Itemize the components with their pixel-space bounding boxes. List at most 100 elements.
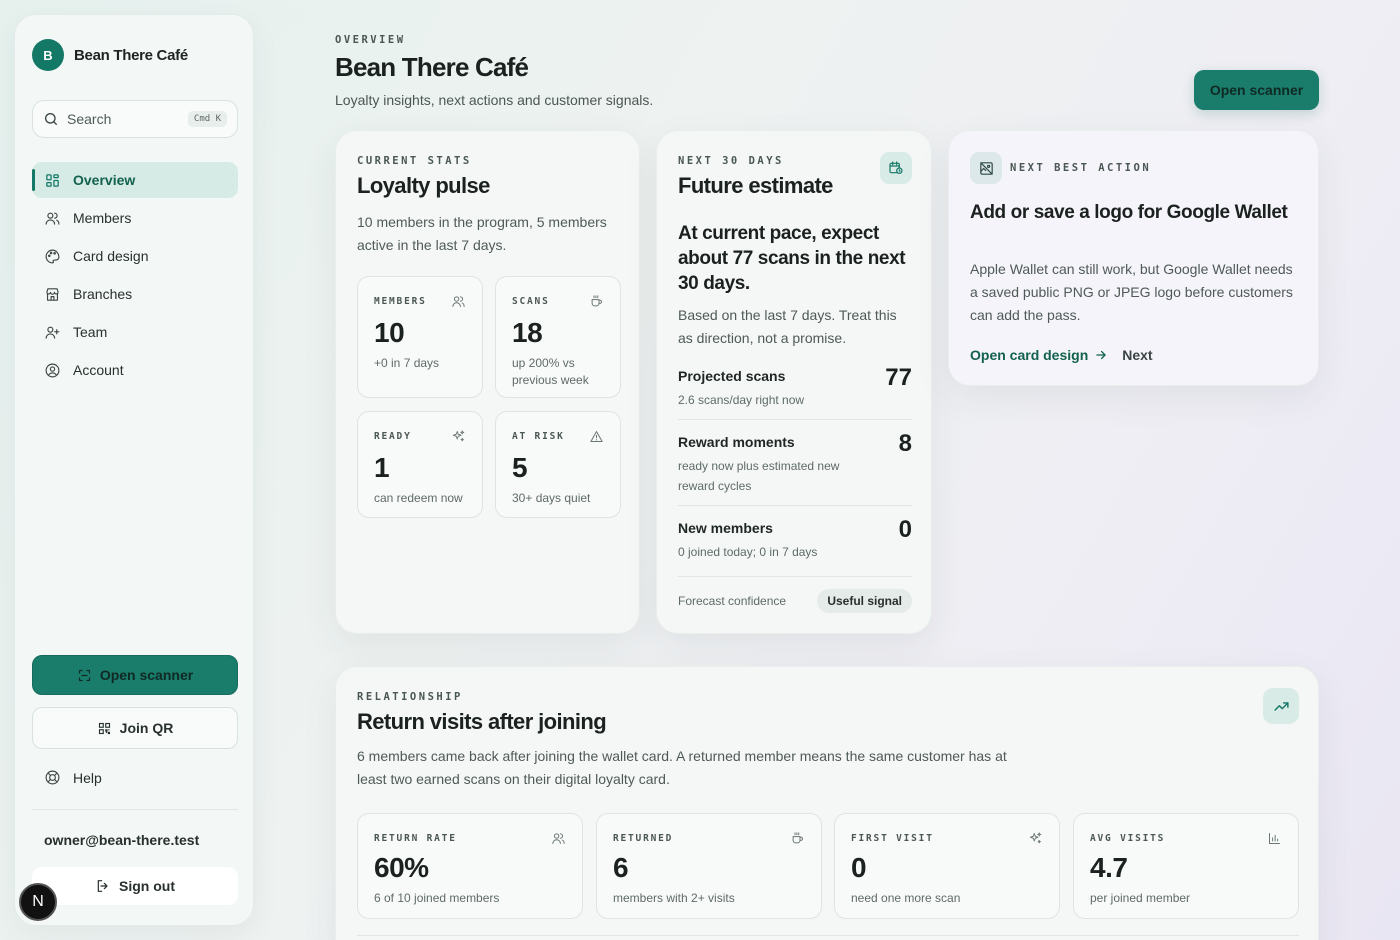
- open-scanner-button[interactable]: Open scanner: [32, 655, 238, 695]
- card-eyebrow: NEXT BEST ACTION: [1010, 162, 1152, 174]
- stat-note: up 200% vs previous week: [512, 356, 589, 387]
- sidebar-item-label: Overview: [73, 172, 136, 188]
- sidebar-item-branches[interactable]: Branches: [32, 276, 238, 312]
- sparkles-icon: [453, 430, 465, 442]
- metric-label: New members: [678, 520, 773, 536]
- card-divider: [357, 935, 1299, 936]
- sidebar-item-label: Members: [73, 210, 132, 226]
- page-eyebrow: OVERVIEW: [335, 34, 406, 46]
- search-box[interactable]: Cmd K: [32, 100, 238, 138]
- metric-value: 0: [898, 516, 912, 543]
- user-circle-icon: [45, 363, 60, 377]
- sign-out-label: Sign out: [119, 878, 175, 894]
- card-eyebrow: NEXT 30 DAYS: [678, 155, 784, 167]
- confidence-badge: Useful signal: [817, 589, 912, 613]
- help-label: Help: [73, 769, 102, 786]
- palette-icon: [45, 249, 60, 263]
- next-best-action-card: NEXT BEST ACTION Add or save a logo for …: [948, 130, 1319, 386]
- stat-note: 6 of 10 joined members: [374, 891, 500, 905]
- metric-value: 77: [885, 364, 912, 391]
- metric-note: 2.6 scans/day right now: [678, 393, 805, 407]
- action-description: Apple Wallet can still work, but Google …: [970, 261, 1293, 323]
- sidebar-item-team[interactable]: Team: [32, 314, 238, 350]
- stat-value: 4.7: [1090, 852, 1128, 883]
- stat-tile-members: MEMBERS 10 +0 in 7 days: [357, 276, 483, 398]
- trending-up-icon: [1273, 701, 1289, 711]
- page-subtitle: Loyalty insights, next actions and custo…: [335, 92, 654, 108]
- next-action-link[interactable]: Next: [1122, 347, 1152, 363]
- action-links: Open card design Next: [970, 347, 1153, 363]
- qr-code-icon: [98, 722, 110, 734]
- card-description: 10 members in the program, 5 members act…: [357, 214, 607, 253]
- grid-icon: [46, 173, 59, 187]
- sidebar-item-card-design[interactable]: Card design: [32, 238, 238, 274]
- open-scanner-top-button[interactable]: Open scanner: [1194, 70, 1319, 110]
- metric-note: ready now plus estimated new reward cycl…: [678, 459, 840, 493]
- card-title: Future estimate: [678, 173, 833, 198]
- stat-note: +0 in 7 days: [374, 356, 440, 370]
- rel-tile-first-visit: FIRST VISIT 0 need one more scan: [834, 813, 1060, 919]
- card-title: Loyalty pulse: [357, 173, 490, 198]
- coffee-cup-icon: [591, 295, 602, 307]
- sidebar-item-members[interactable]: Members: [32, 200, 238, 236]
- action-title: Add or save a logo for Google Wallet: [970, 202, 1288, 223]
- stat-tile-scans: SCANS 18 up 200% vs previous week: [495, 276, 621, 398]
- metric-label: Projected scans: [678, 368, 786, 384]
- sidebar-item-label: Card design: [73, 248, 149, 264]
- owner-email: owner@bean-there.test: [44, 832, 200, 848]
- user-plus-icon: [45, 326, 60, 339]
- help-link[interactable]: Help: [44, 769, 102, 786]
- return-visits-card: RELATIONSHIP Return visits after joining…: [335, 666, 1319, 940]
- users-icon: [45, 212, 60, 225]
- coffee-cup-icon: [792, 832, 803, 844]
- metric-row-new-members: New members 0 joined today; 0 in 7 days …: [678, 516, 912, 577]
- stat-note: 30+ days quiet: [512, 491, 591, 505]
- stat-label: FIRST VISIT: [851, 833, 934, 844]
- search-input[interactable]: [67, 111, 177, 127]
- join-qr-label: Join QR: [119, 720, 174, 736]
- metric-row-reward-moments: Reward moments ready now plus estimated …: [678, 430, 912, 506]
- join-qr-button[interactable]: Join QR: [32, 707, 238, 749]
- calendar-button[interactable]: [880, 152, 912, 184]
- stat-note: per joined member: [1090, 891, 1191, 905]
- stat-label: READY: [374, 431, 412, 442]
- brand-name: Bean There Café: [74, 46, 188, 64]
- search-icon: [45, 113, 57, 125]
- sign-out-button[interactable]: Sign out: [32, 867, 238, 905]
- store-icon: [46, 287, 59, 301]
- stat-value: 10: [374, 317, 405, 348]
- forecast-headline: At current pace, expect about 77 scans i…: [678, 223, 906, 294]
- open-card-design-link[interactable]: Open card design: [970, 347, 1108, 363]
- stat-label: MEMBERS: [374, 296, 427, 307]
- sidebar-item-overview[interactable]: Overview: [32, 162, 238, 198]
- metric-value: 8: [898, 430, 912, 457]
- metric-row-projected-scans: Projected scans 2.6 scans/day right now …: [678, 364, 912, 420]
- stat-value: 1: [374, 452, 390, 483]
- metric-note: 0 joined today; 0 in 7 days: [678, 545, 818, 559]
- card-eyebrow: RELATIONSHIP: [357, 691, 463, 703]
- avatar[interactable]: N: [19, 883, 57, 921]
- stat-value: 18: [512, 317, 543, 348]
- stat-tile-ready: READY 1 can redeem now: [357, 411, 483, 518]
- stat-value: 6: [613, 852, 629, 883]
- stat-note: can redeem now: [374, 491, 463, 505]
- sidebar-item-label: Account: [73, 362, 124, 378]
- stat-note: need one more scan: [851, 891, 961, 905]
- card-eyebrow: CURRENT STATS: [357, 155, 472, 167]
- forecast-confidence: Forecast confidence Useful signal: [678, 589, 912, 613]
- calendar-clock-icon: [889, 161, 903, 174]
- image-off-icon: [979, 161, 993, 175]
- page-title: Bean There Café: [335, 52, 529, 82]
- sidebar-divider: [32, 809, 238, 810]
- confidence-label: Forecast confidence: [678, 594, 787, 608]
- search-shortcut: Cmd K: [187, 111, 227, 127]
- scan-icon: [78, 669, 90, 681]
- sidebar-item-account[interactable]: Account: [32, 352, 238, 388]
- card-description: 6 members came back after joining the wa…: [357, 748, 1007, 787]
- trend-button[interactable]: [1263, 688, 1299, 724]
- stat-note: members with 2+ visits: [613, 891, 735, 905]
- warning-icon: [590, 431, 603, 442]
- brand[interactable]: B Bean There Café: [32, 39, 188, 71]
- sign-out-icon: [97, 880, 108, 892]
- metric-label: Reward moments: [678, 434, 795, 450]
